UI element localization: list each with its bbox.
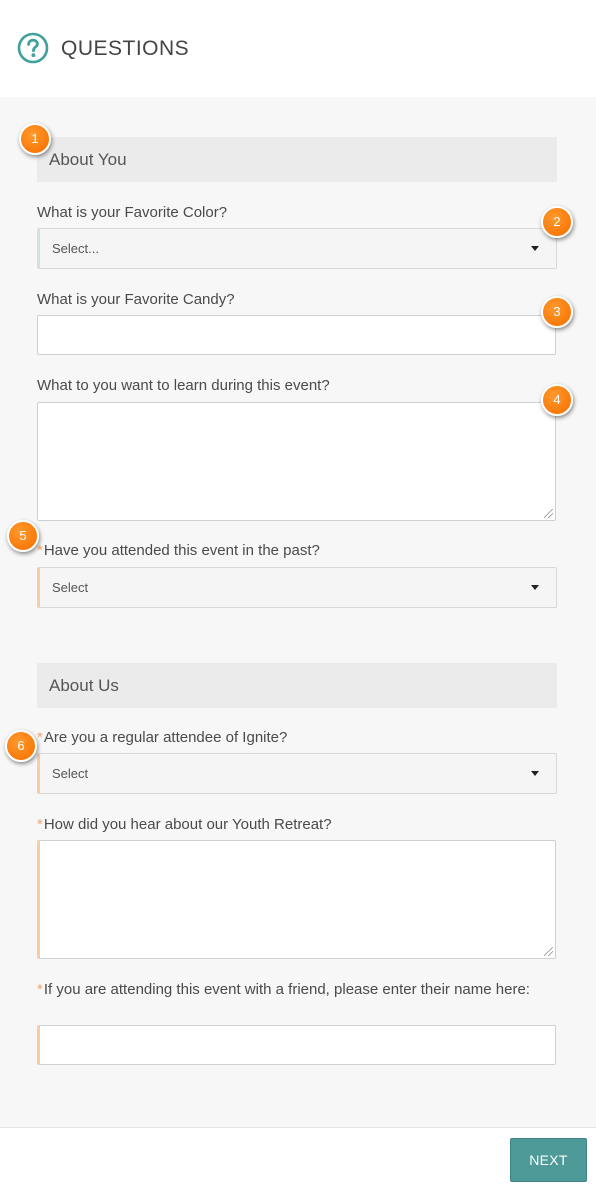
annotation-marker-1: 1 [19, 123, 51, 155]
resize-handle-icon[interactable] [544, 509, 553, 518]
next-button[interactable]: NEXT [510, 1138, 587, 1182]
attended-before-select[interactable]: Select [37, 567, 557, 608]
required-asterisk: * [37, 542, 43, 559]
regular-attendee-select[interactable]: Select [37, 753, 557, 794]
questions-form: About You What is your Favorite Color? S… [0, 97, 596, 1127]
heard-about-textarea[interactable] [37, 840, 556, 959]
page-title: QUESTIONS [61, 37, 190, 60]
favorite-candy-label: What is your Favorite Candy? [37, 291, 235, 308]
annotation-marker-2: 2 [541, 206, 573, 238]
attended-before-label-text: Have you attended this event in the past… [43, 542, 320, 559]
required-asterisk: * [37, 981, 43, 998]
annotation-marker-4: 4 [541, 384, 573, 416]
resize-handle-icon[interactable] [544, 947, 553, 956]
section-header-about-us: About Us [37, 663, 557, 708]
learn-goals-label: What to you want to learn during this ev… [37, 377, 330, 394]
regular-attendee-label: *Are you a regular attendee of Ignite? [37, 728, 557, 747]
friend-name-label: *If you are attending this event with a … [37, 980, 557, 999]
attended-before-select-value: Select [52, 580, 89, 595]
annotation-marker-5: 5 [7, 520, 39, 552]
heard-about-label: *How did you hear about our Youth Retrea… [37, 815, 557, 834]
friend-name-input[interactable] [37, 1025, 556, 1065]
question-circle-icon [17, 32, 49, 64]
favorite-color-select-value: Select... [52, 241, 99, 256]
attended-before-label: *Have you attended this event in the pas… [37, 541, 557, 560]
page-header: QUESTIONS [0, 0, 596, 97]
heard-about-label-text: How did you hear about our Youth Retreat… [43, 816, 332, 833]
required-asterisk: * [37, 729, 43, 746]
annotation-marker-3: 3 [541, 296, 573, 328]
regular-attendee-select-value: Select [52, 766, 89, 781]
page-footer: NEXT [0, 1127, 596, 1191]
friend-name-label-text: If you are attending this event with a f… [43, 981, 530, 998]
chevron-down-icon [531, 246, 539, 251]
chevron-down-icon [531, 771, 539, 776]
learn-goals-textarea[interactable] [37, 402, 556, 521]
favorite-candy-input[interactable] [37, 315, 556, 355]
favorite-color-label: What is your Favorite Color? [37, 204, 228, 221]
chevron-down-icon [531, 585, 539, 590]
regular-attendee-label-text: Are you a regular attendee of Ignite? [43, 729, 288, 746]
annotation-marker-6: 6 [5, 730, 37, 762]
section-header-about-you: About You [37, 137, 557, 182]
required-asterisk: * [37, 816, 43, 833]
favorite-color-select[interactable]: Select... [37, 228, 557, 269]
